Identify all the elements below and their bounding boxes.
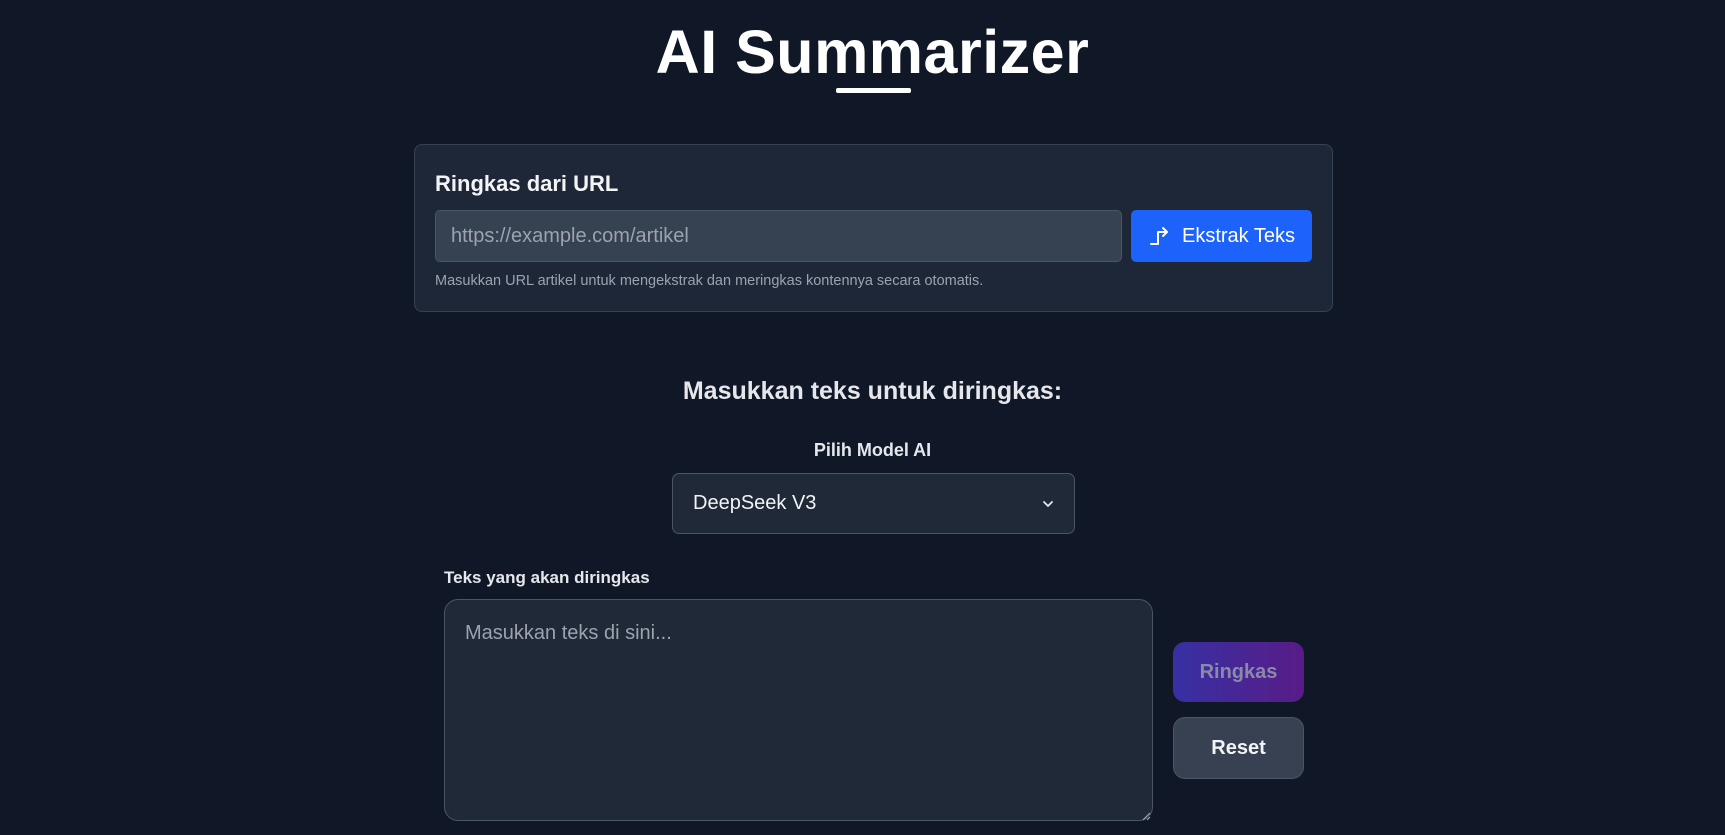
url-card: Ringkas dari URL Ekstrak Teks Masukkan U… (414, 144, 1333, 312)
text-input[interactable] (444, 599, 1153, 821)
extract-text-button[interactable]: Ekstrak Teks (1131, 210, 1312, 262)
share-arrow-icon (1148, 224, 1172, 248)
model-select[interactable]: DeepSeek V3 (672, 473, 1075, 534)
chevron-down-icon (1042, 498, 1054, 510)
text-input-label: Teks yang akan diringkas (444, 568, 650, 587)
extract-button-label: Ekstrak Teks (1182, 224, 1295, 247)
title-underline (836, 88, 911, 93)
app-title: AI Summarizer (655, 18, 1090, 86)
page: AI Summarizer Ringkas dari URL Ekstrak T… (0, 0, 1725, 835)
model-label: Pilih Model AI (813, 440, 932, 460)
url-card-title: Ringkas dari URL (435, 171, 619, 196)
url-help-text: Masukkan URL artikel untuk mengekstrak d… (435, 273, 984, 289)
reset-button[interactable]: Reset (1173, 717, 1304, 779)
summarize-button[interactable]: Ringkas (1173, 642, 1304, 702)
section-heading: Masukkan teks untuk diringkas: (682, 377, 1063, 405)
resize-handle-icon[interactable] (1141, 808, 1151, 821)
url-input[interactable] (435, 210, 1122, 262)
model-select-value: DeepSeek V3 (693, 492, 817, 514)
